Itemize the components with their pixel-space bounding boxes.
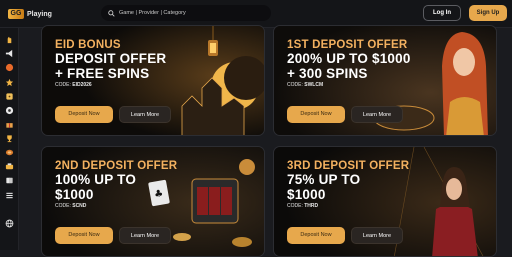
- promo-line-1: DEPOSIT OFFER: [55, 51, 167, 66]
- promo-line-1: 200% UP TO $1000: [287, 51, 411, 66]
- cards-icon: [6, 177, 13, 183]
- search-bar[interactable]: [101, 5, 271, 21]
- promo-line-2: + FREE SPINS: [55, 66, 150, 81]
- megaphone-icon: [5, 49, 13, 57]
- promo-card-eid: EID BONUS DEPOSIT OFFER + FREE SPINS COD…: [41, 25, 265, 136]
- sidebar-item-dice[interactable]: [4, 91, 15, 101]
- learn-more-button[interactable]: Learn More: [351, 227, 403, 244]
- promo-line-2: $1000: [55, 187, 94, 202]
- promo-line-2: + 300 SPINS: [287, 66, 368, 81]
- promo-code: CODE: EID2026: [55, 82, 92, 88]
- promo-card-first-deposit: 1ST DEPOSIT OFFER 200% UP TO $1000 + 300…: [273, 25, 497, 136]
- top-bar: GG Playing Log In Sign Up: [0, 0, 512, 28]
- crown-icon: [5, 63, 14, 71]
- sidebar-item-hand[interactable]: [4, 34, 15, 44]
- promo-code: CODE: SCND: [55, 203, 87, 209]
- learn-more-button[interactable]: Learn More: [119, 227, 171, 244]
- sidebar-item-card[interactable]: [4, 147, 15, 157]
- sidebar-item-chip[interactable]: [4, 161, 15, 171]
- sidebar-item-star[interactable]: [4, 77, 15, 87]
- star-icon: [5, 78, 14, 86]
- logo-text: Playing: [27, 10, 52, 18]
- deposit-now-button[interactable]: Deposit Now: [55, 227, 113, 244]
- card-icon: [5, 149, 14, 155]
- learn-more-button[interactable]: Learn More: [351, 106, 403, 123]
- deposit-now-button[interactable]: Deposit Now: [55, 106, 113, 123]
- sidebar-item-ball[interactable]: [4, 105, 15, 115]
- sidebar-item-gift[interactable]: [4, 119, 15, 129]
- sidebar-item-menu[interactable]: [4, 190, 15, 200]
- promo-title: EID BONUS: [55, 39, 121, 51]
- learn-more-button[interactable]: Learn More: [119, 106, 171, 123]
- deposit-now-button[interactable]: Deposit Now: [287, 227, 345, 244]
- sidebar-item-trophy[interactable]: [4, 133, 15, 143]
- promo-code: CODE: THRD: [287, 203, 319, 209]
- site-logo[interactable]: GG Playing: [8, 8, 52, 20]
- promo-card-second-deposit: ♣ 2ND DEPOSIT OFFER 100% UP TO $1000 COD…: [41, 146, 265, 257]
- sidebar-item-cards[interactable]: [4, 175, 15, 185]
- chip-icon: [5, 162, 14, 169]
- promo-line-1: 75% UP TO: [287, 172, 361, 187]
- ball-icon: [5, 106, 14, 114]
- sidebar-item-megaphone[interactable]: [4, 48, 15, 58]
- promo-card-third-deposit: 3RD DEPOSIT OFFER 75% UP TO $1000 CODE: …: [273, 146, 497, 257]
- dice-icon: [6, 92, 13, 100]
- deposit-now-button[interactable]: Deposit Now: [287, 106, 345, 123]
- promo-line-1: 100% UP TO: [55, 172, 137, 187]
- logo-mark: GG: [8, 9, 24, 19]
- menu-icon: [6, 192, 13, 198]
- signup-button[interactable]: Sign Up: [469, 5, 507, 21]
- trophy-icon: [7, 134, 12, 142]
- login-button[interactable]: Log In: [423, 5, 461, 21]
- promo-title: 2ND DEPOSIT OFFER: [55, 160, 178, 172]
- promo-title: 1ST DEPOSIT OFFER: [287, 39, 408, 51]
- sidebar-item-globe[interactable]: [4, 218, 15, 228]
- sidebar: [0, 28, 19, 250]
- search-input[interactable]: [119, 10, 259, 16]
- globe-icon: [5, 219, 14, 227]
- promo-title: 3RD DEPOSIT OFFER: [287, 160, 410, 172]
- search-icon: [108, 9, 115, 17]
- hand-icon: [7, 36, 12, 43]
- sidebar-item-crown[interactable]: [4, 62, 15, 72]
- gift-icon: [6, 122, 13, 128]
- promo-line-2: $1000: [287, 187, 326, 202]
- promo-code: CODE: SWLCM: [287, 82, 324, 88]
